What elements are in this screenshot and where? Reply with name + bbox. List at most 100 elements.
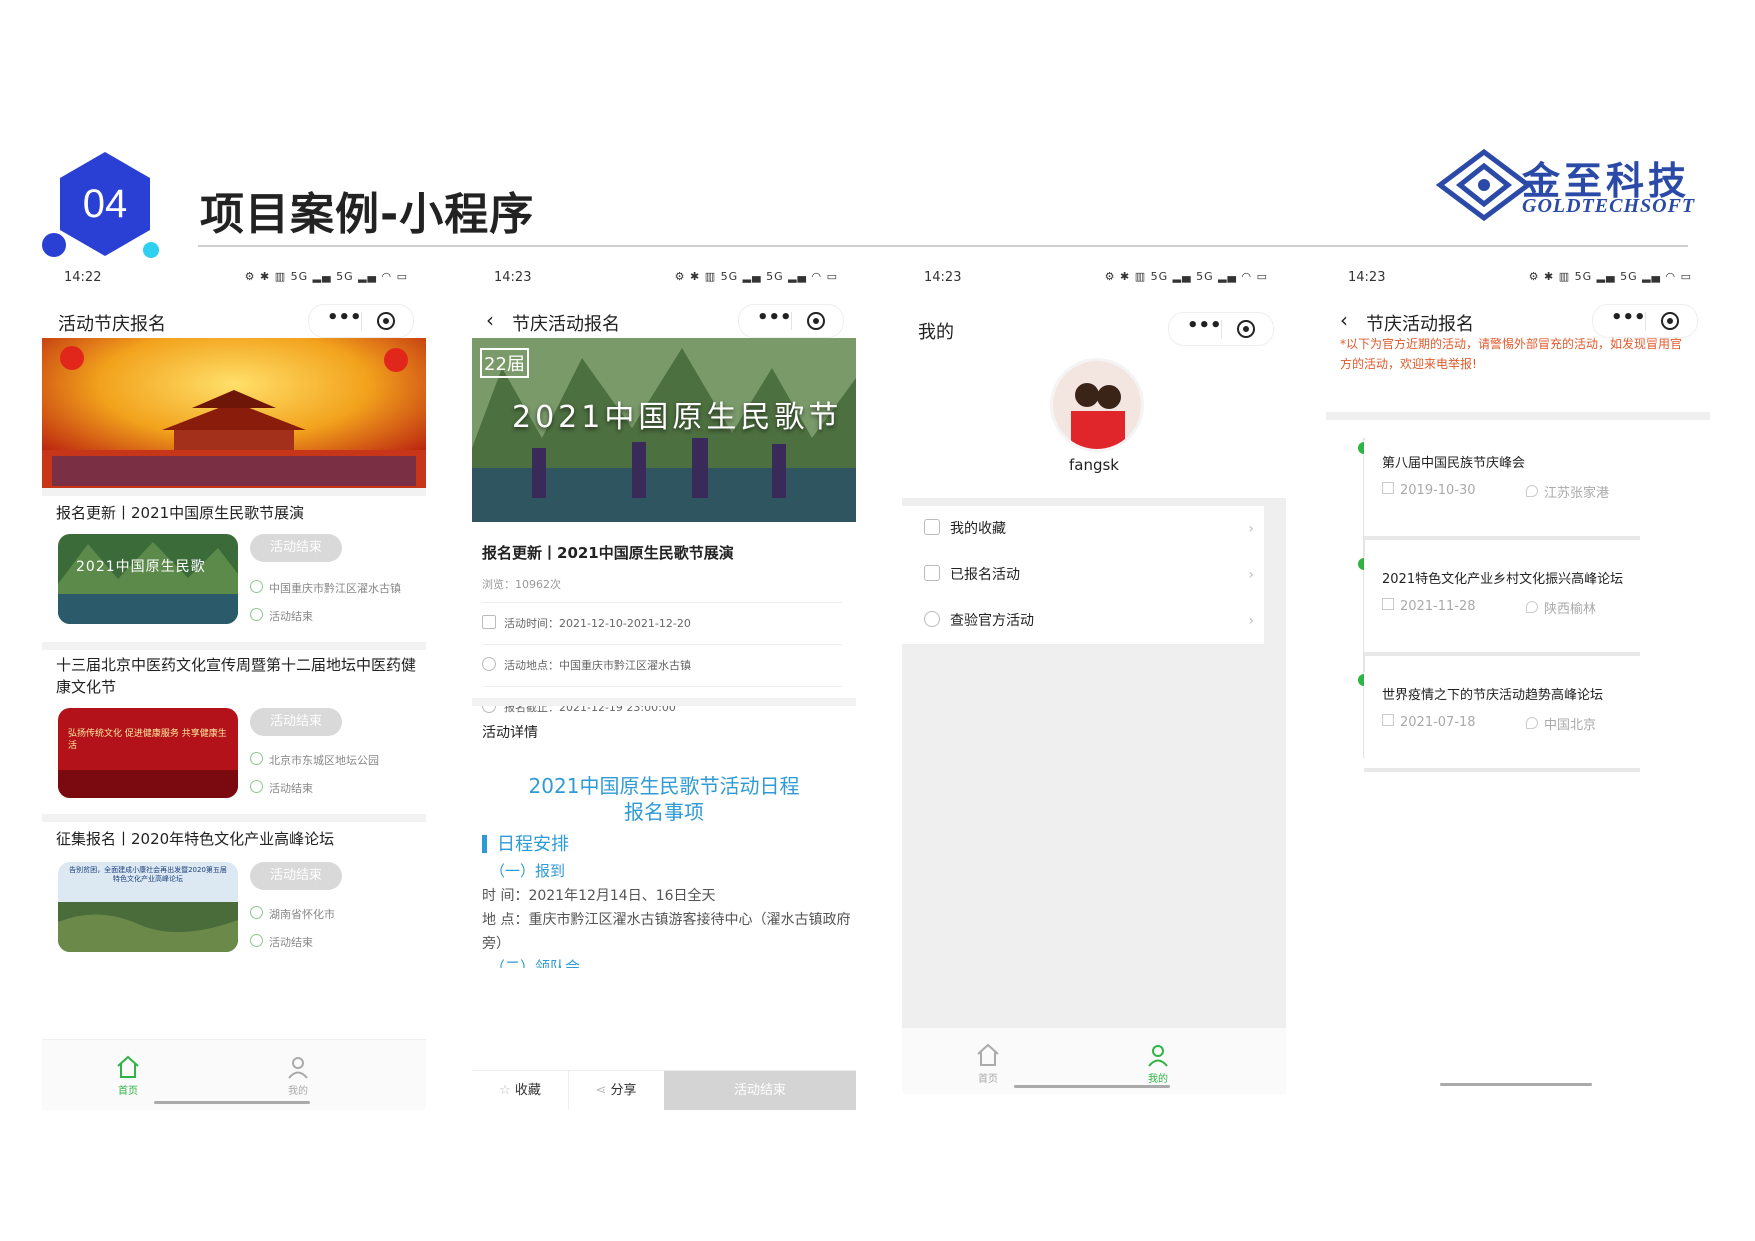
close-target-icon[interactable] [807, 312, 825, 330]
official-activity-card[interactable]: 第八届中国民族节庆峰会 2019-10-30 江苏张家港 [1364, 440, 1640, 540]
nav-title: 节庆活动报名 [1366, 314, 1474, 335]
activity-title: 世界疫情之下的节庆活动趋势高峰论坛 [1382, 688, 1604, 703]
event-status: 活动结束 [250, 608, 313, 624]
article-paragraph: 地 点：重庆市黔江区濯水古镇游客接待中心（濯水古镇政府旁） [482, 912, 851, 952]
nav-bar: 活动节庆报名 ••• [42, 298, 426, 342]
event-location: 中国重庆市黔江区濯水古镇 [250, 580, 401, 596]
nav-bar: ‹ 节庆活动报名 ••• [472, 298, 856, 342]
section-number: 04 [82, 181, 128, 226]
menu-verify-official[interactable]: 查验官方活动 › [902, 598, 1264, 645]
more-icon[interactable]: ••• [757, 307, 792, 328]
calendar-icon [1382, 598, 1394, 610]
tab-mine[interactable]: 我的 [1128, 1042, 1188, 1085]
thumb-text: 2021中国原生民歌 [76, 559, 206, 575]
close-target-icon[interactable] [377, 312, 395, 330]
home-icon [117, 1055, 139, 1078]
menu-registered-activities[interactable]: 已报名活动 › [902, 552, 1264, 599]
detail-action-bar: ☆ 收藏 ⋖ 分享 活动结束 [472, 1070, 856, 1110]
calendar-icon [1382, 482, 1394, 494]
mini-program-capsule[interactable]: ••• [308, 304, 414, 338]
event-thumbnail[interactable]: 告别贫困，全面建成小康社会再出发暨2020第五届特色文化产业高峰论坛 [58, 862, 238, 952]
activity-title: 2021特色文化产业乡村文化振兴高峰论坛 [1382, 572, 1624, 587]
decor-dot [143, 242, 159, 258]
location-icon [1526, 717, 1538, 729]
back-arrow-icon[interactable]: ‹ [486, 308, 494, 332]
phone-screen-official-activities: 14:23 ⚙ ✱ ▥ 5G ▂▄ 5G ▂▄ ◠ ▭ ‹ 节庆活动报名 •••… [1326, 262, 1710, 1110]
event-status: 活动结束 [250, 780, 313, 796]
warning-notice: *以下为官方近期的活动，请警惕外部冒充的活动，如发现冒用官方的活动，欢迎来电举报… [1340, 337, 1683, 371]
info-time: 活动时间：2021-12-10-2021-12-20 [482, 602, 842, 645]
mini-program-capsule[interactable]: ••• [1168, 312, 1274, 346]
activity-ended-button[interactable]: 活动结束 [664, 1071, 856, 1110]
tab-home[interactable]: 首页 [958, 1042, 1018, 1085]
article-title: 2021中国原生民歌节活动日程 [528, 774, 800, 798]
detail-title: 报名更新丨2021中国原生民歌节展演 [482, 544, 734, 562]
event-thumbnail[interactable]: 2021中国原生民歌 [58, 534, 238, 624]
nav-title: 我的 [918, 322, 954, 343]
view-count: 浏览：10962次 [482, 578, 561, 591]
chevron-right-icon: › [1248, 613, 1254, 629]
status-time: 14:23 [1348, 270, 1386, 285]
event-location: 北京市东城区地坛公园 [250, 752, 379, 768]
more-icon[interactable]: ••• [1187, 315, 1222, 336]
check-icon [924, 611, 940, 627]
activity-title: 第八届中国民族节庆峰会 [1382, 456, 1526, 471]
back-arrow-icon[interactable]: ‹ [1340, 308, 1348, 332]
share-button[interactable]: ⋖ 分享 [568, 1071, 664, 1110]
location-icon [1526, 485, 1538, 497]
location-icon [250, 752, 263, 765]
article-heading: 日程安排 [482, 830, 569, 856]
tab-mine[interactable]: 我的 [268, 1054, 328, 1097]
page-title: 项目案例-小程序 [200, 189, 535, 240]
avatar[interactable] [1050, 358, 1144, 452]
article-subheading: （二）领队会 [490, 958, 581, 968]
thumb-text: 弘扬传统文化 促进健康服务 共享健康生活 [68, 729, 227, 751]
menu-my-favorites[interactable]: 我的收藏 › [902, 506, 1264, 553]
official-activity-card[interactable]: 世界疫情之下的节庆活动趋势高峰论坛 2021-07-18 中国北京 [1364, 672, 1640, 772]
form-icon [924, 565, 940, 581]
close-target-icon[interactable] [1661, 312, 1679, 330]
event-title[interactable]: 征集报名丨2020年特色文化产业高峰论坛 [56, 828, 426, 850]
more-icon[interactable]: ••• [327, 307, 362, 328]
title-divider [198, 245, 1688, 247]
hero-image: 22届 2021中国原生民歌节 [472, 338, 856, 522]
phone-screen-activity-list: 14:22 ⚙ ✱ ▥ 5G ▂▄ 5G ▂▄ ◠ ▭ 活动节庆报名 ••• 报… [42, 262, 426, 1110]
home-indicator [1014, 1085, 1170, 1088]
home-indicator [154, 1101, 310, 1104]
close-target-icon[interactable] [1237, 320, 1255, 338]
clock-icon [250, 934, 263, 947]
mini-program-capsule[interactable]: ••• [738, 304, 844, 338]
status-bar: 14:23 ⚙ ✱ ▥ 5G ▂▄ 5G ▂▄ ◠ ▭ [472, 270, 856, 290]
banner-image[interactable] [42, 338, 426, 492]
mini-program-capsule[interactable]: ••• [1592, 304, 1698, 338]
location-icon [250, 580, 263, 593]
event-title[interactable]: 十三届北京中医药文化宣传周暨第十二届地坛中医药健康文化节 [56, 654, 426, 698]
activity-date: 2021-11-28 [1382, 598, 1476, 614]
tab-bar: 首页 我的 [42, 1039, 426, 1110]
event-title[interactable]: 报名更新丨2021中国原生民歌节展演 [56, 502, 426, 524]
activity-date: 2019-10-30 [1382, 482, 1476, 498]
article-paragraph: 时 间：2021年12月14日、16日全天 [482, 888, 716, 904]
chevron-right-icon: › [1248, 567, 1254, 583]
activity-location: 陕西榆林 [1526, 598, 1596, 617]
status-bar: 14:23 ⚙ ✱ ▥ 5G ▂▄ 5G ▂▄ ◠ ▭ [1326, 270, 1710, 290]
event-location: 湖南省怀化市 [250, 906, 335, 922]
status-bar: 14:23 ⚙ ✱ ▥ 5G ▂▄ 5G ▂▄ ◠ ▭ [902, 270, 1286, 290]
favorite-button[interactable]: ☆ 收藏 [472, 1071, 569, 1110]
calendar-icon [482, 615, 496, 629]
user-icon [1148, 1045, 1168, 1067]
festival-logo: 22届 [480, 348, 529, 378]
nav-title: 活动节庆报名 [58, 314, 166, 335]
chevron-right-icon: › [1248, 521, 1254, 537]
location-icon [1526, 601, 1538, 613]
status-icons: ⚙ ✱ ▥ 5G ▂▄ 5G ▂▄ ◠ ▭ [1104, 270, 1268, 283]
status-icons: ⚙ ✱ ▥ 5G ▂▄ 5G ▂▄ ◠ ▭ [674, 270, 838, 283]
tab-home[interactable]: 首页 [98, 1054, 158, 1097]
home-icon [977, 1043, 999, 1066]
username: fangsk [1068, 456, 1119, 474]
status-time: 14:22 [64, 270, 102, 285]
activity-location: 江苏张家港 [1526, 482, 1609, 501]
official-activity-card[interactable]: 2021特色文化产业乡村文化振兴高峰论坛 2021-11-28 陕西榆林 [1364, 556, 1640, 656]
event-thumbnail[interactable]: 弘扬传统文化 促进健康服务 共享健康生活 [58, 708, 238, 798]
more-icon[interactable]: ••• [1611, 307, 1646, 328]
